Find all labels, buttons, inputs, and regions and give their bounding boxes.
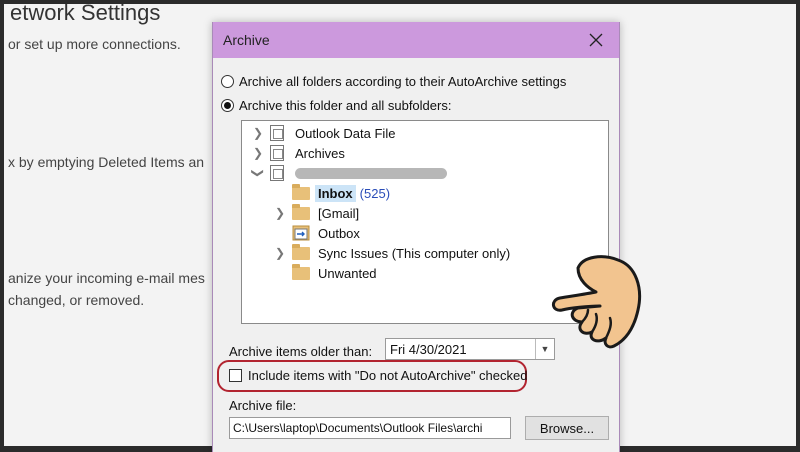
dialog-title: Archive <box>223 32 270 48</box>
tree-label: Unwanted <box>318 265 377 281</box>
background-title: etwork Settings <box>10 4 161 25</box>
tree-label: Archives <box>295 145 345 161</box>
radio-button-selected[interactable] <box>221 99 234 112</box>
dialog-titlebar[interactable]: Archive <box>213 22 619 58</box>
data-file-icon <box>270 125 290 141</box>
outbox-icon <box>292 225 312 241</box>
archive-date-picker[interactable]: Fri 4/30/2021 ▼ <box>385 338 555 360</box>
tree-item-archives[interactable]: ❯ Archives <box>242 143 608 163</box>
tree-label: Outlook Data File <box>295 125 396 141</box>
radio-archive-all[interactable]: Archive all folders according to their A… <box>221 74 566 89</box>
tree-item-account[interactable]: ❯ <box>242 163 608 183</box>
archive-file-label: Archive file: <box>229 398 297 413</box>
inbox-label-group: Inbox (525) <box>315 184 391 202</box>
tree-label: Outbox <box>318 225 360 241</box>
chevron-right-icon[interactable]: ❯ <box>274 246 286 260</box>
chevron-down-icon[interactable]: ❯ <box>251 167 265 179</box>
radio-archive-this[interactable]: Archive this folder and all subfolders: <box>221 98 451 113</box>
include-checkbox[interactable] <box>229 369 242 382</box>
tree-item-outlook-data-file[interactable]: ❯ Outlook Data File <box>242 123 608 143</box>
background-text-line: or set up more connections. <box>8 36 181 52</box>
tree-label: Sync Issues (This computer only) <box>318 245 511 261</box>
radio-archive-all-label: Archive all folders according to their A… <box>239 74 567 89</box>
include-do-not-autoarchive-option[interactable]: Include items with "Do not AutoArchive" … <box>229 368 527 383</box>
archive-date-value: Fri 4/30/2021 <box>390 342 467 357</box>
chevron-right-icon[interactable]: ❯ <box>252 126 264 140</box>
archive-older-than-label: Archive items older than: <box>229 344 373 359</box>
archive-file-input[interactable]: C:\Users\laptop\Documents\Outlook Files\… <box>229 417 511 439</box>
radio-button[interactable] <box>221 75 234 88</box>
chevron-right-icon[interactable]: ❯ <box>274 206 286 220</box>
browse-button[interactable]: Browse... <box>525 416 609 440</box>
close-button[interactable] <box>573 22 619 58</box>
archive-dialog: Archive Archive all folders according to… <box>212 22 620 452</box>
close-icon <box>589 33 603 47</box>
folder-icon <box>292 184 312 201</box>
pointing-hand-icon <box>552 255 642 349</box>
unread-count: (525) <box>359 185 391 201</box>
folder-icon <box>292 244 312 261</box>
redacted-account-name <box>295 168 447 179</box>
background-text-line: anize your incoming e-mail mes <box>8 270 205 286</box>
background-text-line: x by emptying Deleted Items an <box>8 154 205 170</box>
tree-label-selected: Inbox <box>315 184 356 202</box>
background-text-line: changed, or removed. <box>8 292 145 308</box>
radio-archive-this-label: Archive this folder and all subfolders: <box>239 98 452 113</box>
data-file-icon <box>270 145 290 161</box>
chevron-right-icon[interactable]: ❯ <box>252 146 264 160</box>
tree-item-outbox[interactable]: Outbox <box>242 223 608 243</box>
include-checkbox-label: Include items with "Do not AutoArchive" … <box>248 368 528 383</box>
tree-item-inbox[interactable]: Inbox (525) <box>242 183 608 203</box>
tree-label: [Gmail] <box>318 205 360 221</box>
tree-item-gmail[interactable]: ❯ [Gmail] <box>242 203 608 223</box>
folder-icon <box>292 204 312 221</box>
folder-icon <box>292 264 312 281</box>
data-file-icon <box>270 165 290 181</box>
